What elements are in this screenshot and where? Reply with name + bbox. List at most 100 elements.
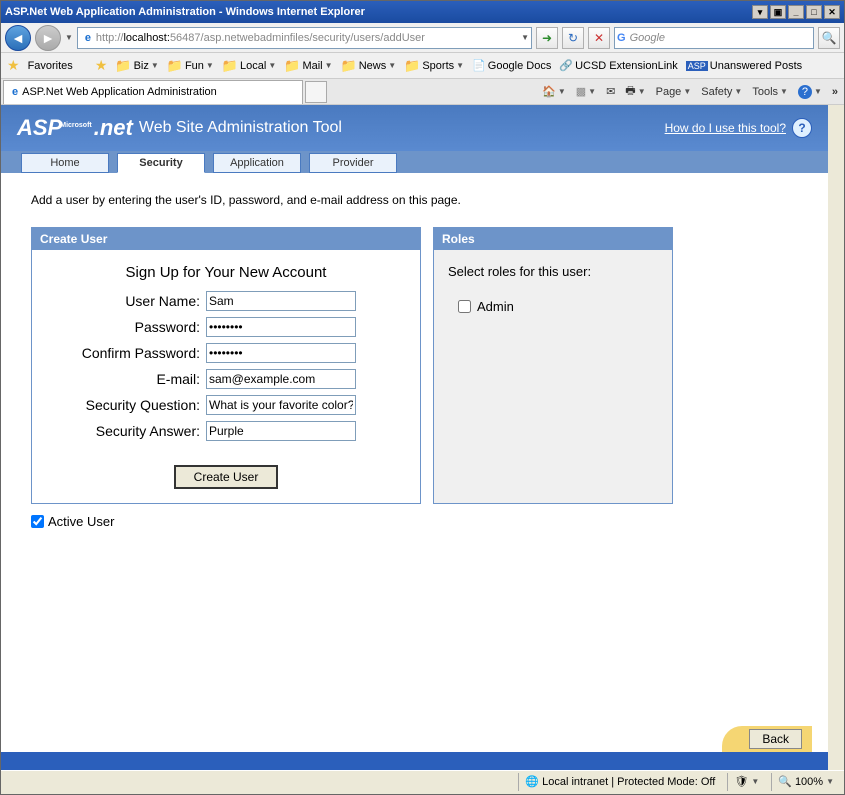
link-icon: 🔗 <box>559 59 573 72</box>
fav-folder-sports[interactable]: 📁Sports▼ <box>404 58 464 74</box>
go-button[interactable]: ➜ <box>536 27 558 49</box>
page-content: ASPMicrosoft.net Web Site Administration… <box>1 105 844 770</box>
feeds-menu[interactable]: ▩▼ <box>576 85 596 98</box>
asp-tabs: Home Security Application Provider <box>1 151 828 173</box>
email-label: E-mail: <box>46 371 206 387</box>
folder-icon: 📁 <box>115 58 131 74</box>
password-input[interactable] <box>206 317 356 337</box>
role-checkbox-admin[interactable]: Admin <box>448 299 658 314</box>
create-user-heading: Create User <box>32 228 420 250</box>
favorites-label[interactable]: Favorites <box>28 60 73 72</box>
help-menu[interactable]: ?▼ <box>798 85 822 99</box>
create-user-button[interactable]: Create User <box>174 465 279 489</box>
mail-menu[interactable]: ✉ <box>606 85 615 98</box>
fav-folder-biz[interactable]: 📁Biz▼ <box>115 58 158 74</box>
search-box[interactable]: G Google <box>614 27 814 49</box>
role-label: Admin <box>477 299 514 314</box>
doc-icon: 📄 <box>472 59 486 72</box>
fav-link-unanswered[interactable]: ASPUnanswered Posts <box>686 60 802 72</box>
tab-home[interactable]: Home <box>21 153 109 173</box>
zoom-control[interactable]: 🔍 100% ▼ <box>771 773 840 791</box>
stop-button[interactable]: ✕ <box>588 27 610 49</box>
security-question-input[interactable] <box>206 395 356 415</box>
ie-icon: e <box>80 30 96 46</box>
globe-icon: 🌐 <box>525 775 539 788</box>
window-titlebar: ASP.Net Web Application Administration -… <box>1 1 844 23</box>
page-menu[interactable]: Page▼ <box>656 86 692 98</box>
tab-bar: e ASP.Net Web Application Administration… <box>1 79 844 105</box>
active-user-label: Active User <box>48 514 114 529</box>
overflow-icon[interactable]: » <box>832 86 838 98</box>
fav-link-googledocs[interactable]: 📄Google Docs <box>472 59 551 72</box>
asp-header: ASPMicrosoft.net Web Site Administration… <box>1 105 828 151</box>
tab-security[interactable]: Security <box>117 153 205 173</box>
zoom-icon: 🔍 <box>778 775 792 788</box>
active-user-checkbox[interactable] <box>31 515 44 528</box>
fav-link-ucsd[interactable]: 🔗UCSD ExtensionLink <box>559 59 677 72</box>
maximize-button[interactable]: □ <box>806 5 822 19</box>
fav-folder-local[interactable]: 📁Local▼ <box>222 58 276 74</box>
search-button[interactable]: 🔍 <box>818 27 840 49</box>
url-text: http://localhost:56487/asp.netwebadminfi… <box>96 32 425 44</box>
history-dropdown-icon[interactable]: ▼ <box>65 33 73 42</box>
security-answer-input[interactable] <box>206 421 356 441</box>
google-icon: G <box>617 32 626 44</box>
username-input[interactable] <box>206 291 356 311</box>
back-button-page[interactable]: Back <box>749 729 802 749</box>
roles-instruction: Select roles for this user: <box>448 264 658 279</box>
print-menu[interactable]: 🖶▼ <box>625 82 645 101</box>
close-button[interactable]: ✕ <box>824 5 840 19</box>
security-answer-label: Security Answer: <box>46 423 206 439</box>
signup-title: Sign Up for Your New Account <box>46 264 406 281</box>
home-menu[interactable]: 🏠▼ <box>542 85 566 98</box>
confirm-password-input[interactable] <box>206 343 356 363</box>
new-tab-button[interactable] <box>305 81 327 103</box>
help-question-icon[interactable]: ? <box>792 118 812 138</box>
tools-menu[interactable]: Tools▼ <box>752 86 788 98</box>
help-link[interactable]: How do I use this tool? <box>665 121 786 135</box>
page-instruction: Add a user by entering the user's ID, pa… <box>31 193 798 207</box>
address-dropdown-icon[interactable]: ▼ <box>521 33 529 42</box>
browser-tab[interactable]: e ASP.Net Web Application Administration <box>3 80 303 104</box>
restore-alt-icon[interactable]: ▣ <box>770 5 786 19</box>
page-body: Add a user by entering the user's ID, pa… <box>1 173 828 549</box>
roles-panel: Roles Select roles for this user: Admin <box>433 227 673 504</box>
tab-application[interactable]: Application <box>213 153 301 173</box>
mail-icon: ✉ <box>606 85 615 98</box>
folder-icon: 📁 <box>284 58 300 74</box>
fav-folder-news[interactable]: 📁News▼ <box>341 58 397 74</box>
add-favorite-icon[interactable]: ★ <box>95 57 108 74</box>
status-bar: 🌐 Local intranet | Protected Mode: Off 🛡… <box>1 770 844 792</box>
fav-folder-fun[interactable]: 📁Fun▼ <box>167 58 214 74</box>
minimize-alt-icon[interactable]: ▾ <box>752 5 768 19</box>
zone-status: 🌐 Local intranet | Protected Mode: Off <box>518 773 721 791</box>
safety-menu[interactable]: Safety▼ <box>701 86 742 98</box>
email-input[interactable] <box>206 369 356 389</box>
folder-icon: 📁 <box>404 58 420 74</box>
favorites-bar: ★ Favorites ★ 📁Biz▼ 📁Fun▼ 📁Local▼ 📁Mail▼… <box>1 53 844 79</box>
minimize-button[interactable]: _ <box>788 5 804 19</box>
favorites-star-icon[interactable]: ★ <box>7 57 20 74</box>
admin-checkbox[interactable] <box>458 300 471 313</box>
page-footer: Back <box>1 726 828 770</box>
protected-mode-icon[interactable]: 🛡▼ <box>727 773 765 791</box>
fav-folder-mail[interactable]: 📁Mail▼ <box>284 58 332 74</box>
active-user-row[interactable]: Active User <box>31 514 798 529</box>
address-bar[interactable]: e http://localhost:56487/asp.netwebadmin… <box>77 27 532 49</box>
print-icon: 🖶 <box>625 82 635 101</box>
command-bar: 🏠▼ ▩▼ ✉ 🖶▼ Page▼ Safety▼ Tools▼ ?▼ » <box>327 82 844 101</box>
folder-icon: 📁 <box>341 58 357 74</box>
tab-provider[interactable]: Provider <box>309 153 397 173</box>
folder-icon: 📁 <box>167 58 183 74</box>
search-placeholder: Google <box>630 32 665 44</box>
tab-title: ASP.Net Web Application Administration <box>22 86 217 98</box>
create-user-panel: Create User Sign Up for Your New Account… <box>31 227 421 504</box>
refresh-button[interactable]: ↻ <box>562 27 584 49</box>
back-button[interactable]: ◄ <box>5 25 31 51</box>
footer-bar <box>1 752 828 770</box>
rss-icon: ▩ <box>576 85 586 98</box>
ie-icon: e <box>12 86 18 98</box>
forward-button[interactable]: ► <box>35 25 61 51</box>
home-icon: 🏠 <box>542 85 556 98</box>
roles-heading: Roles <box>434 228 672 250</box>
